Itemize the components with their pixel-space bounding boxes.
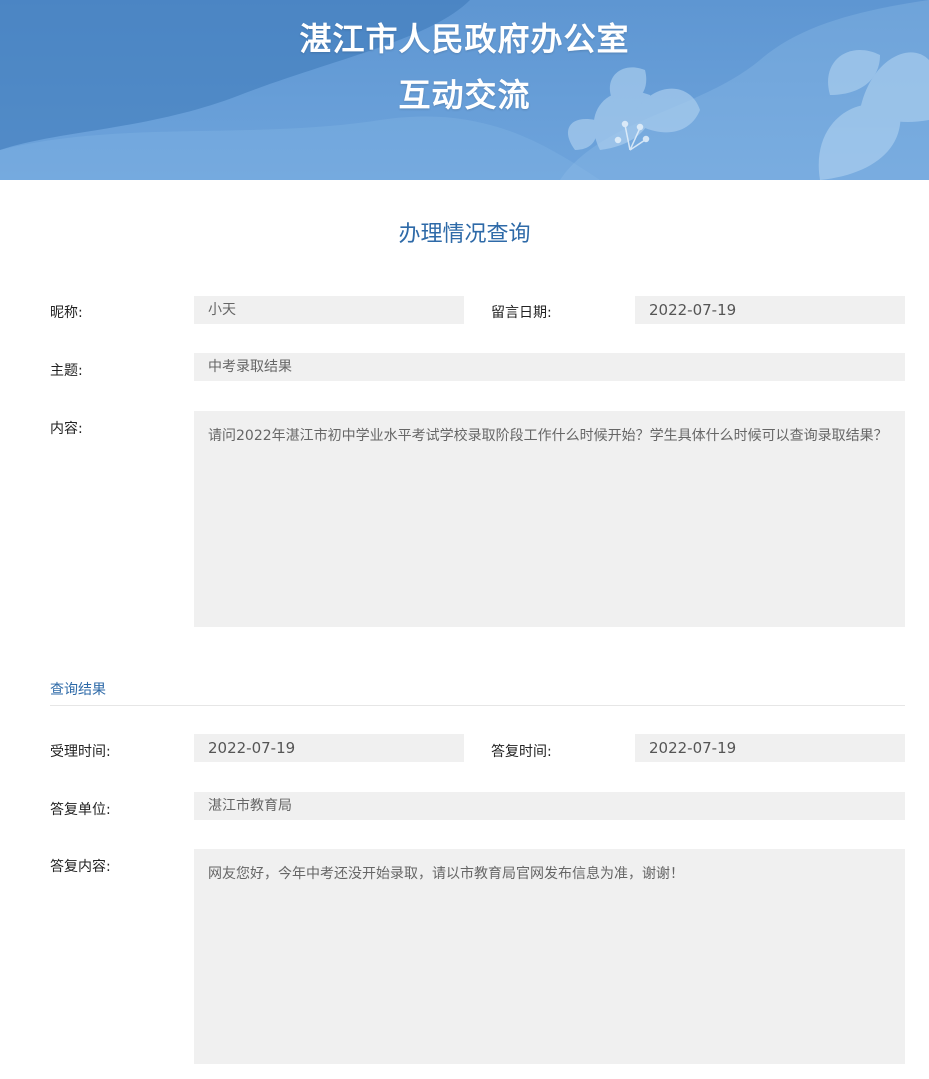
page-title: 办理情况查询 bbox=[398, 222, 531, 247]
reply-unit-field: 湛江市教育局 bbox=[194, 792, 905, 820]
accept-time-field: 2022-07-19 bbox=[194, 734, 464, 762]
message-date-field: 2022-07-19 bbox=[635, 296, 905, 324]
content-field: 请问2022年湛江市初中学业水平考试学校录取阶段工作什么时候开始？学生具体什么时… bbox=[194, 411, 905, 627]
subject-field: 中考录取结果 bbox=[194, 353, 905, 381]
reply-unit-label: 答复单位: bbox=[50, 802, 111, 818]
reply-time-label: 答复时间: bbox=[491, 744, 552, 760]
query-result-title: 查询结果 bbox=[50, 682, 106, 698]
nickname-field: 小天 bbox=[194, 296, 464, 324]
reply-content-field: 网友您好，今年中考还没开始录取，请以市教育局官网发布信息为准，谢谢！ bbox=[194, 849, 905, 1064]
header-banner: 湛江市人民政府办公室 互动交流 bbox=[0, 0, 929, 180]
message-date-label: 留言日期: bbox=[491, 305, 552, 321]
nickname-label: 昵称: bbox=[50, 305, 83, 321]
banner-title-office: 湛江市人民政府办公室 bbox=[299, 20, 630, 58]
reply-time-field: 2022-07-19 bbox=[635, 734, 905, 762]
subject-label: 主题: bbox=[50, 363, 83, 379]
content-label: 内容: bbox=[50, 421, 83, 437]
reply-content-label: 答复内容: bbox=[50, 859, 111, 875]
banner-title-interaction: 互动交流 bbox=[398, 76, 531, 114]
accept-time-label: 受理时间: bbox=[50, 744, 111, 760]
section-divider bbox=[50, 705, 905, 706]
